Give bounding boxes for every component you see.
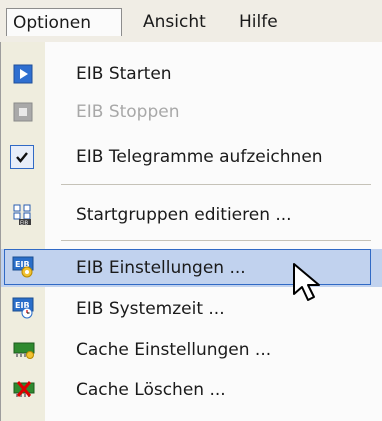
svg-text:EIB: EIB	[20, 220, 29, 226]
options-dropdown-menu: EIB Starten EIB Stoppen EIB Telegramme a…	[0, 42, 382, 421]
menu-item-cache-loeschen[interactable]: Cache Löschen ...	[1, 371, 382, 409]
menu-item-label: EIB Starten	[76, 64, 172, 84]
menu-hilfe[interactable]: Hilfe	[233, 8, 284, 36]
menu-item-startgruppen-editieren[interactable]: EIB Startgruppen editieren ...	[1, 196, 382, 234]
checkmark-icon	[10, 145, 34, 169]
eib-settings-icon: EIB	[12, 256, 34, 278]
menu-item-label: Startgruppen editieren ...	[76, 205, 292, 225]
menu-item-label: Cache Einstellungen ...	[76, 340, 272, 360]
cache-settings-icon	[13, 342, 35, 359]
menu-item-cache-einstellungen[interactable]: Cache Einstellungen ...	[1, 331, 382, 369]
menu-item-label: EIB Telegramme aufzeichnen	[76, 147, 323, 167]
menu-item-eib-starten[interactable]: EIB Starten	[1, 55, 382, 93]
menu-item-label: Cache Löschen ...	[76, 380, 226, 400]
menu-separator	[61, 184, 371, 185]
cache-delete-icon	[13, 381, 35, 397]
play-icon	[13, 64, 33, 84]
mouse-pointer-icon	[293, 263, 320, 301]
menu-item-eib-stoppen[interactable]: EIB Stoppen	[1, 93, 382, 131]
menu-separator	[61, 240, 371, 241]
menu-item-label: EIB Systemzeit ...	[76, 299, 225, 319]
menu-item-label: EIB Stoppen	[76, 102, 180, 122]
menu-item-label: EIB Einstellungen ...	[76, 258, 246, 278]
eib-systemtime-icon: EIB	[12, 297, 34, 319]
menu-ansicht[interactable]: Ansicht	[137, 8, 212, 36]
stop-icon	[13, 102, 33, 122]
menu-optionen[interactable]: Optionen	[6, 8, 122, 36]
groups-icon: EIB	[13, 204, 31, 226]
menu-item-eib-telegramme-aufzeichnen[interactable]: EIB Telegramme aufzeichnen	[1, 138, 382, 176]
menu-bar: Optionen Ansicht Hilfe	[0, 0, 382, 43]
